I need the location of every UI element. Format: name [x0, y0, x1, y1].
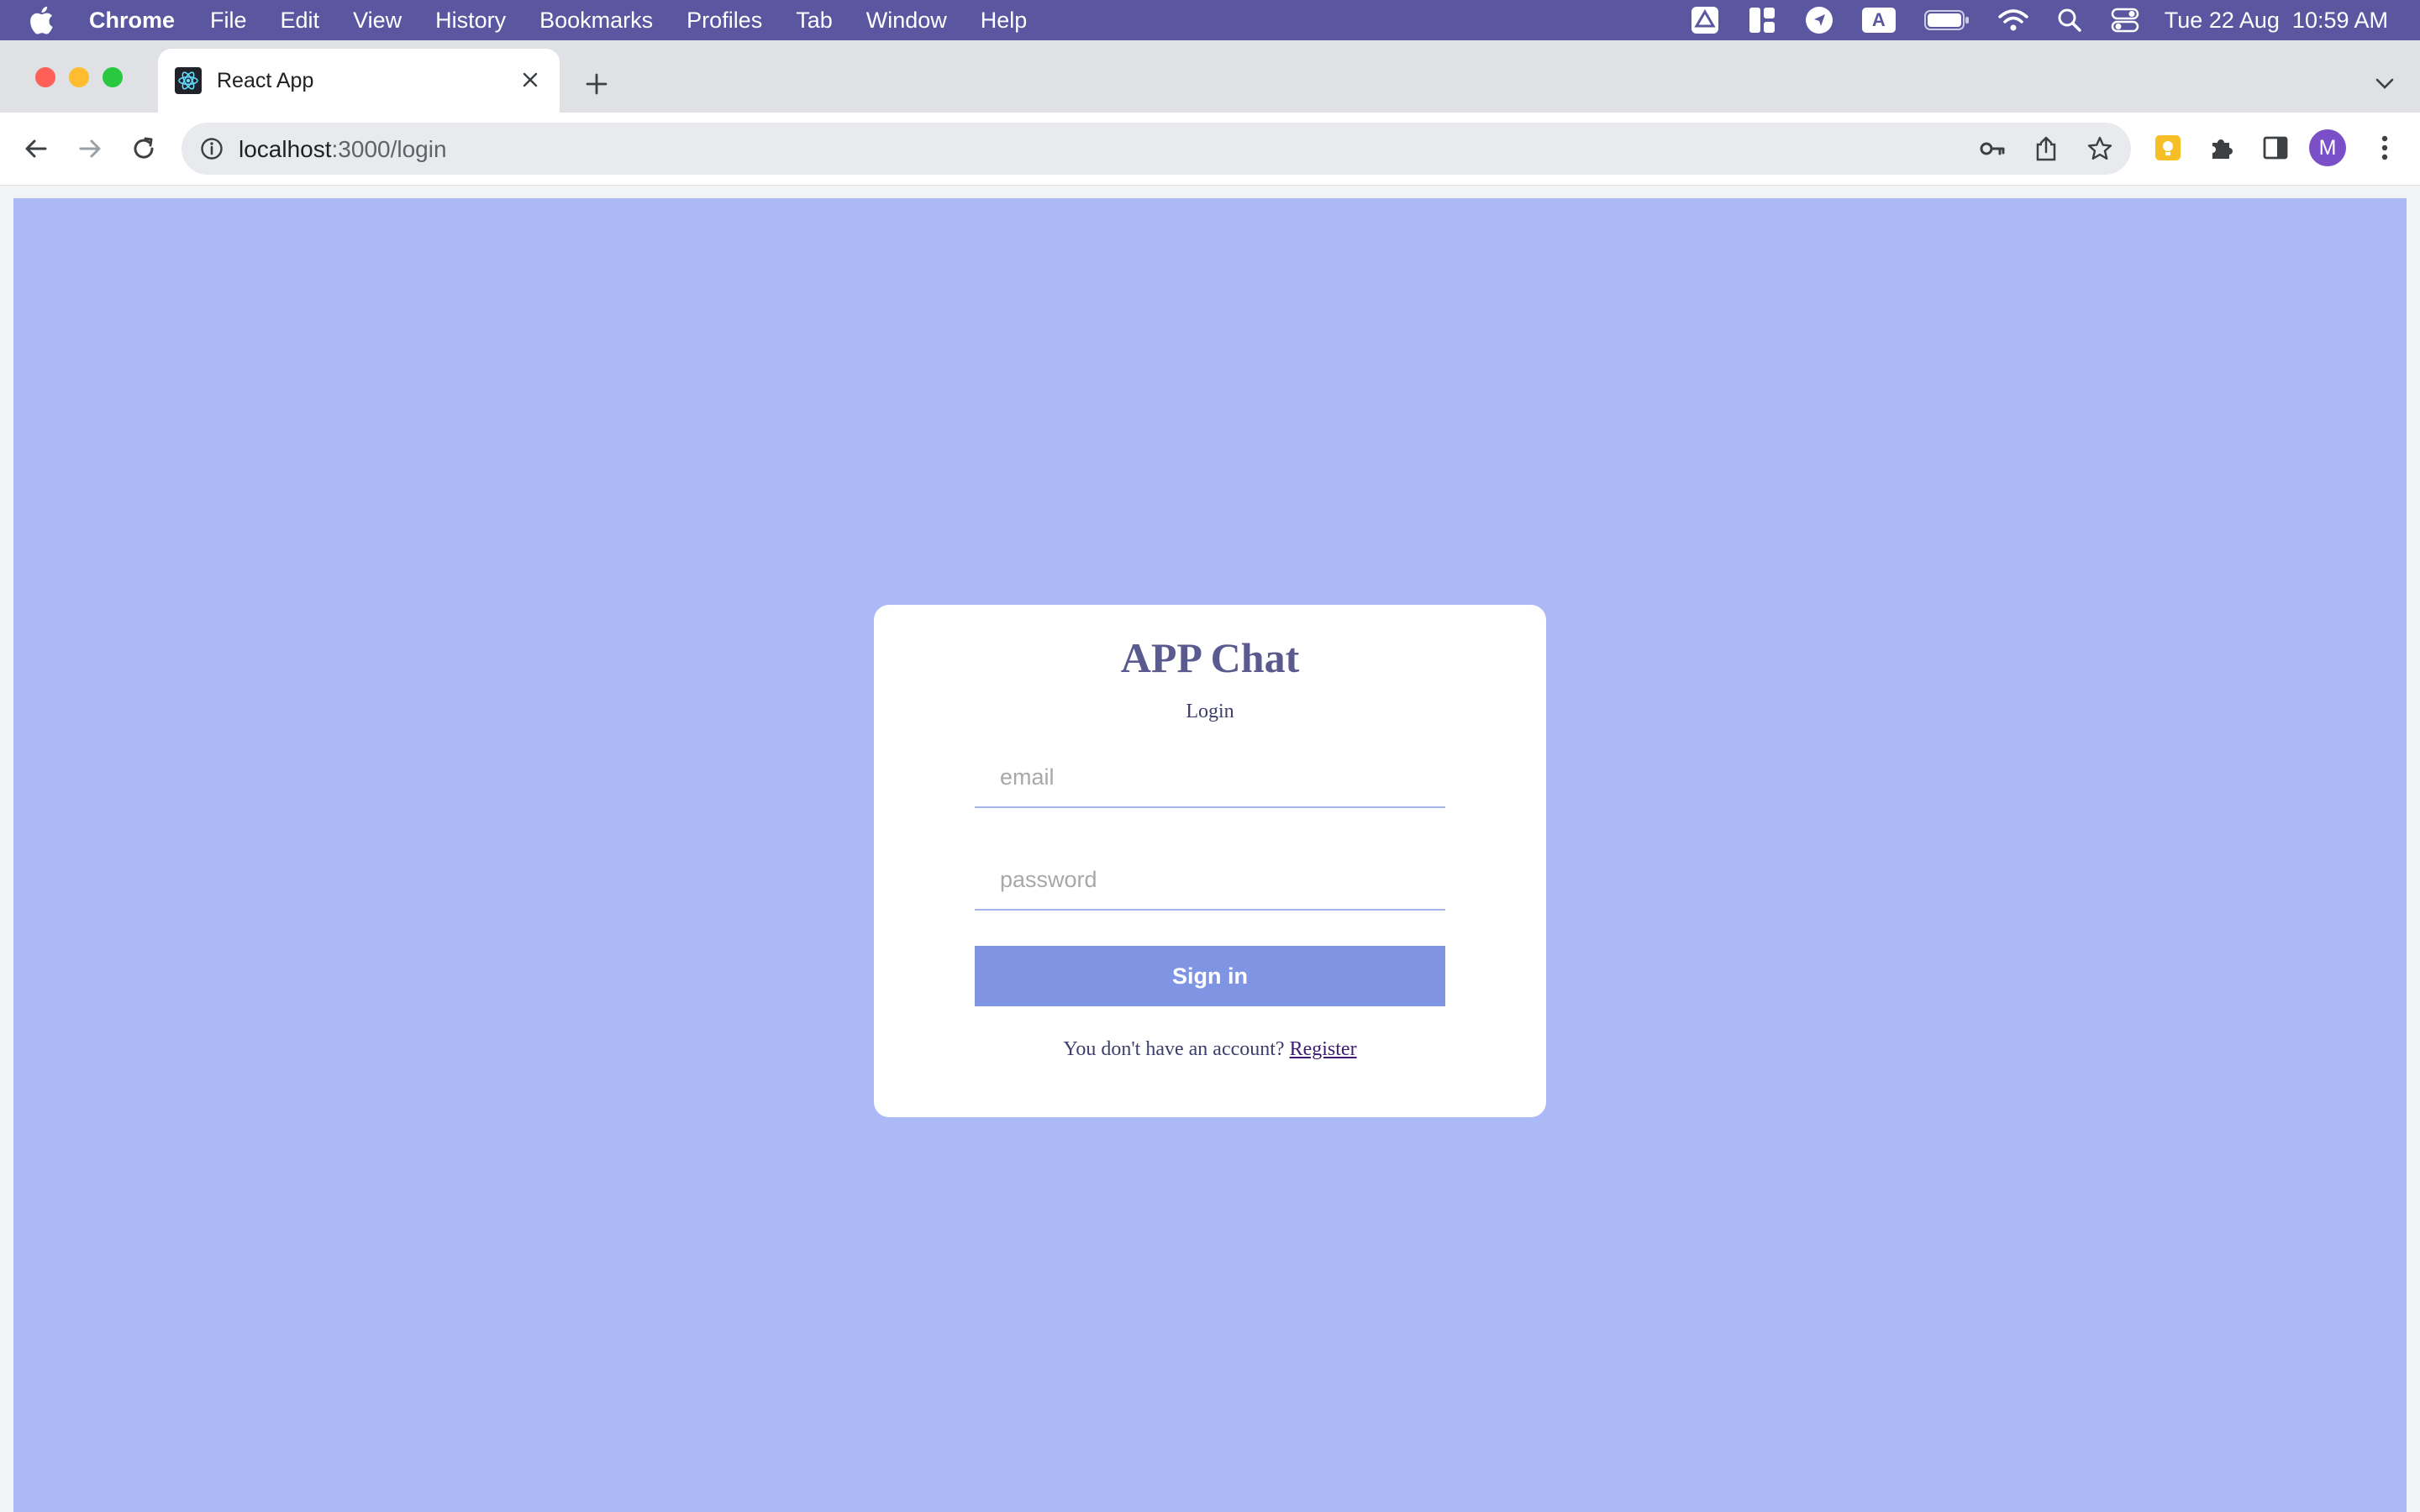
control-center-icon[interactable]: [2111, 8, 2139, 33]
tab-close-icon[interactable]: [516, 66, 544, 94]
layout-grid-icon[interactable]: [1748, 6, 1776, 34]
menu-edit[interactable]: Edit: [281, 8, 320, 34]
share-icon[interactable]: [2032, 134, 2060, 163]
menu-profiles[interactable]: Profiles: [687, 8, 762, 34]
side-panel-icon[interactable]: [2259, 131, 2292, 165]
menu-help[interactable]: Help: [981, 8, 1028, 34]
clock-date: Tue 22 Aug: [2164, 7, 2280, 33]
sign-in-button[interactable]: Sign in: [975, 946, 1445, 1006]
tab-title: React App: [217, 69, 314, 92]
extension-keep-icon[interactable]: [2151, 131, 2185, 165]
register-prompt-text: You don't have an account?: [1063, 1038, 1285, 1060]
address-bar[interactable]: localhost:3000/login: [182, 123, 2131, 175]
new-tab-button[interactable]: [580, 67, 613, 101]
back-arrow-icon[interactable]: [17, 129, 55, 168]
register-prompt: You don't have an account? Register: [874, 1038, 1546, 1061]
clock-time: 10:59 AM: [2291, 7, 2388, 33]
mac-menu-bar: Chrome File Edit View History Bookmarks …: [0, 0, 2420, 40]
extensions-puzzle-icon[interactable]: [2205, 131, 2238, 165]
spotlight-search-icon[interactable]: [2057, 8, 2082, 33]
drive-icon[interactable]: [1691, 6, 1719, 34]
apple-icon[interactable]: [29, 6, 62, 34]
menu-history[interactable]: History: [435, 8, 506, 34]
menu-bar-clock[interactable]: Tue 22 Aug 10:59 AM: [2165, 8, 2388, 34]
status-area: A Tue 22 Aug 10:59 AM: [1662, 0, 2388, 40]
site-info-icon[interactable]: [198, 135, 225, 162]
kebab-menu-icon[interactable]: [2368, 131, 2402, 165]
url-host: localhost: [239, 136, 332, 162]
window-zoom-button[interactable]: [103, 67, 123, 87]
reload-icon[interactable]: [124, 129, 163, 168]
menu-view[interactable]: View: [353, 8, 402, 34]
menu-window[interactable]: Window: [866, 8, 947, 34]
url-path: :3000/login: [331, 136, 447, 162]
wifi-icon[interactable]: [1998, 8, 2028, 32]
url-text[interactable]: localhost:3000/login: [239, 136, 447, 163]
register-link[interactable]: Register: [1290, 1038, 1357, 1060]
menu-tab[interactable]: Tab: [796, 8, 833, 34]
email-input[interactable]: [975, 748, 1445, 808]
browser-toolbar: localhost:3000/login M: [0, 113, 2420, 186]
react-logo-icon: [175, 67, 202, 94]
window-minimize-button[interactable]: [69, 67, 89, 87]
password-input[interactable]: [975, 850, 1445, 911]
bookmark-star-icon[interactable]: [2086, 134, 2114, 163]
profile-avatar[interactable]: M: [2309, 129, 2346, 166]
login-subtitle: Login: [1186, 701, 1234, 722]
tab-react-app[interactable]: React App: [158, 49, 560, 113]
battery-icon[interactable]: [1923, 9, 1970, 31]
app-title: APP Chat: [1120, 634, 1300, 681]
menu-bookmarks[interactable]: Bookmarks: [539, 8, 653, 34]
input-source-icon[interactable]: A: [1861, 8, 1896, 33]
navigation-arrow-icon[interactable]: [1805, 6, 1833, 34]
password-key-icon[interactable]: [1978, 134, 2007, 163]
menu-file[interactable]: File: [210, 8, 247, 34]
window-close-button[interactable]: [35, 67, 55, 87]
menu-app-chrome[interactable]: Chrome: [89, 8, 175, 34]
forward-arrow-icon[interactable]: [71, 129, 109, 168]
tab-search-chevron-icon[interactable]: [2368, 67, 2402, 101]
